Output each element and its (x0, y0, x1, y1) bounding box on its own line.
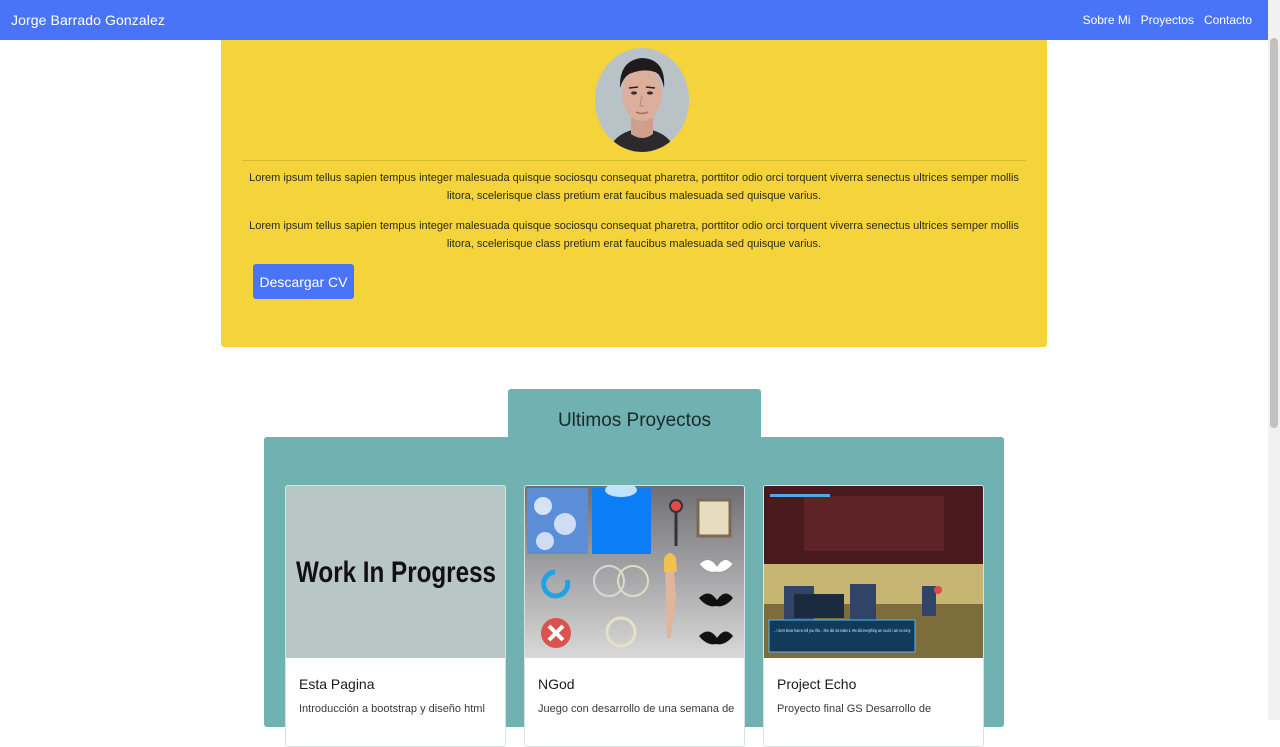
projects-heading: Ultimos Proyectos (557, 409, 712, 431)
project-description: Juego con desarrollo de una semana de (538, 703, 735, 715)
about-paragraph: Lorem ipsum tellus sapien tempus integer… (249, 172, 1019, 202)
project-title: Project Echo (777, 676, 857, 692)
scrollbar-thumb[interactable] (1270, 38, 1278, 428)
project-image[interactable]: ... I don't know how to tell you this...… (764, 486, 983, 658)
nav-link-contacto[interactable]: Contacto (1204, 13, 1252, 27)
divider (242, 160, 1026, 161)
project-card[interactable]: Work In Progress Esta Pagina Introducció… (285, 485, 506, 747)
project-image[interactable] (525, 486, 744, 658)
nav-link-sobre-mi[interactable]: Sobre Mi (1083, 13, 1131, 27)
project-card[interactable]: NGod Juego con desarrollo de una semana … (524, 485, 745, 747)
navbar-brand[interactable]: Jorge Barrado Gonzalez (11, 12, 165, 28)
nav-links: Sobre Mi Proyectos Contacto (1083, 13, 1252, 27)
project-card[interactable]: ... I don't know how to tell you this...… (763, 485, 984, 747)
work-in-progress-text: Work In Progress (296, 556, 496, 589)
project-title: NGod (538, 676, 575, 692)
about-paragraph: Lorem ipsum tellus sapien tempus integer… (249, 220, 1019, 250)
about-section: Lorem ipsum tellus sapien tempus integer… (221, 40, 1047, 347)
projects-panel: Work In Progress Esta Pagina Introducció… (264, 437, 1004, 747)
project-image[interactable]: Work In Progress (286, 486, 505, 658)
project-title: Esta Pagina (299, 676, 375, 692)
avatar (595, 48, 689, 152)
navbar: Jorge Barrado Gonzalez Sobre Mi Proyecto… (0, 0, 1268, 40)
nav-link-proyectos[interactable]: Proyectos (1141, 13, 1194, 27)
project-description: Proyecto final GS Desarrollo de (777, 703, 932, 715)
download-cv-button[interactable]: Descargar CV (253, 264, 354, 299)
project-description: Introducción a bootstrap y diseño html (299, 703, 485, 715)
projects-heading-tab: Ultimos Proyectos (508, 389, 761, 438)
game-dialog-text: ... I don't know how to tell you this...… (773, 628, 911, 633)
page-scrollbar[interactable] (1268, 0, 1280, 720)
